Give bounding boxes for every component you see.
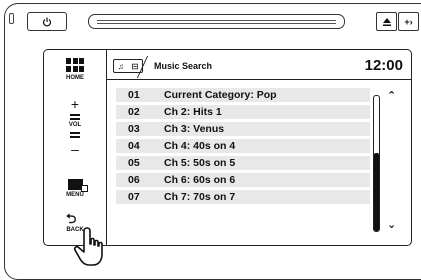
scroll-down-button[interactable]: ⌄ xyxy=(387,218,396,231)
sidebar: HOME + VOL – MENU ⮌ BACK xyxy=(44,50,107,245)
list-item-number: 04 xyxy=(128,140,140,152)
list-item-number: 02 xyxy=(128,106,140,118)
list-item-label: Ch 3: Venus xyxy=(164,123,225,135)
home-label: HOME xyxy=(66,75,84,81)
list-item-number: 07 xyxy=(128,191,140,203)
list-item[interactable]: 02 Ch 2: Hits 1 xyxy=(116,105,370,119)
list-icon: ⊟ xyxy=(131,61,139,71)
list-item-number: 03 xyxy=(128,123,140,135)
power-button[interactable] xyxy=(27,12,67,31)
ir-sensor xyxy=(9,13,14,24)
disc-slot xyxy=(88,14,345,29)
menu-icon xyxy=(68,179,88,192)
touch-screen: HOME + VOL – MENU ⮌ BACK ♫ ⊟ Music Searc… xyxy=(43,49,412,246)
screen-header: ♫ ⊟ Music Search 12:00 xyxy=(106,50,411,80)
list-item[interactable]: 07 Ch 7: 70s on 7 xyxy=(116,190,370,204)
volume-label: VOL xyxy=(68,122,82,128)
scrollbar[interactable] xyxy=(373,95,380,232)
list-item[interactable]: 03 Ch 3: Venus xyxy=(116,122,370,136)
list-item-label: Ch 7: 70s on 7 xyxy=(164,191,236,203)
list-item-label: Current Category: Pop xyxy=(164,89,277,101)
music-note-icon: ♫ xyxy=(117,61,124,71)
page-title: Music Search xyxy=(154,61,213,71)
pointing-hand-icon xyxy=(73,227,103,266)
list-item[interactable]: 01 Current Category: Pop xyxy=(116,88,370,102)
list-item-number: 05 xyxy=(128,157,140,169)
scrollbar-thumb[interactable] xyxy=(374,152,379,231)
clock: 12:00 xyxy=(364,57,403,74)
volume-bars-icon xyxy=(70,114,80,121)
back-arrow-icon: ⮌ xyxy=(66,211,77,226)
volume-bars-icon-lower xyxy=(70,132,80,139)
source-tab[interactable]: ♫ ⊟ xyxy=(113,59,143,73)
head-unit: +› HOME + VOL – MENU ⮌ BACK ♫ ⊟ Music Se… xyxy=(4,3,421,280)
channel-list: 01 Current Category: Pop 02 Ch 2: Hits 1 03 C… xyxy=(116,88,370,207)
source-button[interactable]: +› xyxy=(398,12,419,31)
list-item[interactable]: 06 Ch 6: 60s on 6 xyxy=(116,173,370,187)
scroll-up-button[interactable]: ⌃ xyxy=(387,89,396,102)
power-icon xyxy=(42,17,52,26)
volume-down-button[interactable]: – xyxy=(44,142,106,156)
eject-button[interactable] xyxy=(376,12,397,31)
source-icon: +› xyxy=(404,16,413,27)
list-item[interactable]: 04 Ch 4: 40s on 4 xyxy=(116,139,370,153)
list-item-number: 01 xyxy=(128,89,140,101)
volume-up-button[interactable]: + xyxy=(44,97,106,111)
list-item-label: Ch 2: Hits 1 xyxy=(164,106,222,118)
list-item-label: Ch 5: 50s on 5 xyxy=(164,157,236,169)
list-item-label: Ch 6: 60s on 6 xyxy=(164,174,236,186)
list-item[interactable]: 05 Ch 5: 50s on 5 xyxy=(116,156,370,170)
menu-label: MENU xyxy=(66,192,84,198)
list-item-label: Ch 4: 40s on 4 xyxy=(164,140,236,152)
eject-icon xyxy=(382,17,391,26)
list-item-number: 06 xyxy=(128,174,140,186)
home-grid-icon xyxy=(66,58,84,72)
